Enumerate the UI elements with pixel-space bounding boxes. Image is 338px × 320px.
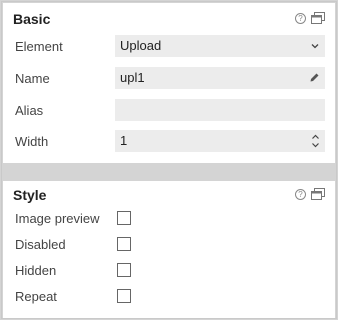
repeat-checkbox[interactable] <box>117 289 131 303</box>
width-input-value: 1 <box>120 133 128 148</box>
width-label: Width <box>15 134 49 149</box>
image-preview-label: Image preview <box>15 211 100 226</box>
alias-input[interactable] <box>115 99 325 121</box>
repeat-label: Repeat <box>15 289 57 304</box>
basic-panel-title: Basic <box>13 11 51 27</box>
disabled-label: Disabled <box>15 237 66 252</box>
repeat-row: Repeat <box>13 287 325 307</box>
help-icon[interactable]: ? <box>295 188 306 200</box>
name-input-value: upl1 <box>120 70 145 85</box>
pencil-icon[interactable] <box>309 72 320 83</box>
element-row: Element Upload <box>13 35 325 57</box>
hidden-label: Hidden <box>15 263 57 278</box>
properties-frame: Basic ? Element Upload Name upl1 Alias W… <box>1 1 337 319</box>
basic-panel-actions: ? <box>295 12 325 24</box>
hidden-checkbox[interactable] <box>117 263 131 277</box>
element-select-value: Upload <box>120 38 162 53</box>
chevron-down-icon <box>311 44 319 49</box>
image-preview-row: Image preview <box>13 209 325 229</box>
style-panel-title: Style <box>13 187 47 203</box>
element-select[interactable]: Upload <box>115 35 325 57</box>
basic-panel: Basic ? Element Upload Name upl1 Alias W… <box>3 3 335 163</box>
style-panel: Style ? Image preview Disabled Hidden Re… <box>3 181 335 318</box>
hidden-row: Hidden <box>13 261 325 281</box>
element-label: Element <box>15 39 63 54</box>
stepper-icon[interactable] <box>311 133 320 149</box>
style-panel-actions: ? <box>295 188 325 200</box>
name-input[interactable]: upl1 <box>115 67 325 89</box>
help-icon[interactable]: ? <box>295 12 306 24</box>
alias-label: Alias <box>15 103 44 118</box>
alias-row: Alias <box>13 99 325 121</box>
disabled-row: Disabled <box>13 235 325 255</box>
disabled-checkbox[interactable] <box>117 237 131 251</box>
popout-window-icon[interactable] <box>311 188 325 200</box>
popout-window-icon[interactable] <box>311 12 325 24</box>
name-row: Name upl1 <box>13 67 325 89</box>
width-row: Width 1 <box>13 130 325 152</box>
name-label: Name <box>15 71 50 86</box>
width-input[interactable]: 1 <box>115 130 325 152</box>
image-preview-checkbox[interactable] <box>117 211 131 225</box>
